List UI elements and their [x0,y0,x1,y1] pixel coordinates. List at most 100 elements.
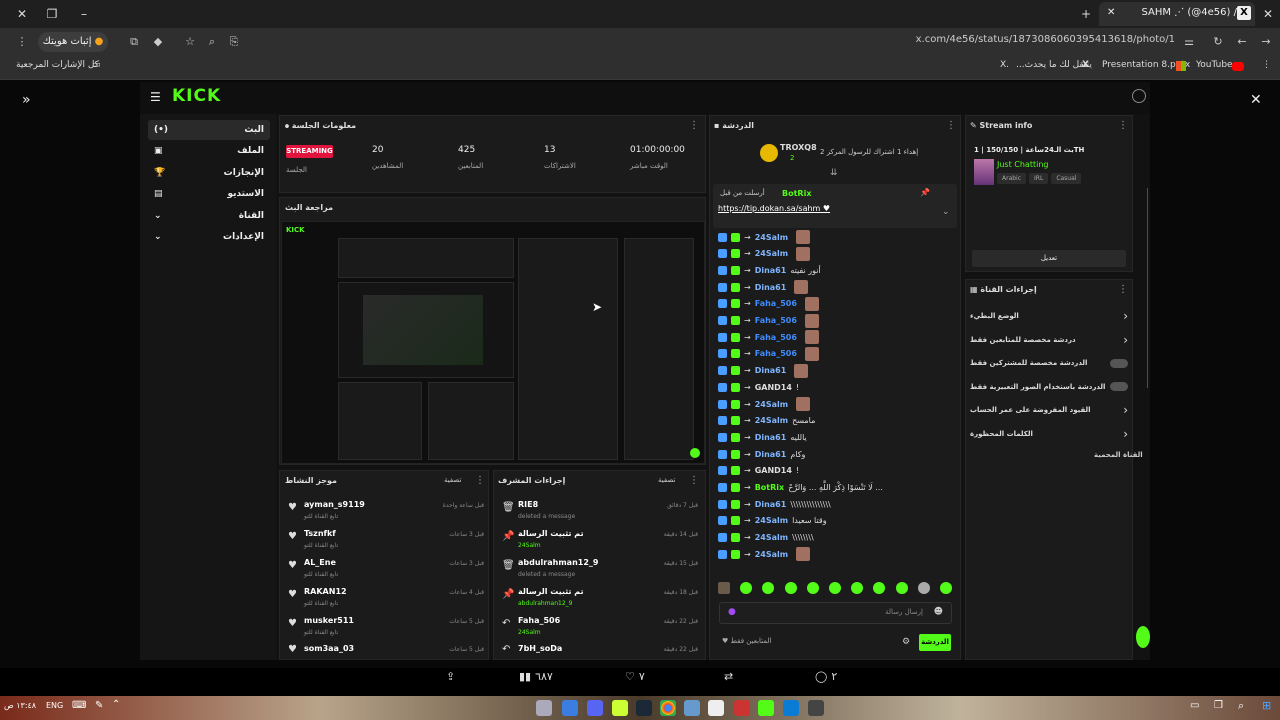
steam-icon[interactable] [636,700,652,716]
site-settings-icon[interactable]: ⚌ [1181,34,1197,50]
retweet-icon[interactable]: ⇄ [724,670,733,683]
top-count: 2 [790,154,795,162]
taskbar-app-icon[interactable] [562,700,578,716]
comment-icon: ◯ [815,670,828,683]
chat-text: ! [795,382,800,392]
emote-image [796,246,811,261]
chrome-icon[interactable] [660,700,676,716]
hamburger-icon: ☰ [150,90,161,104]
sub-badge-icon [731,366,740,376]
heart-icon: ♥ [288,589,297,600]
file-explorer-icon[interactable]: ▭ [1190,700,1199,711]
bookmark-item-youtube[interactable]: YouTube [1196,60,1233,74]
install-icon[interactable]: ⎘ [226,34,242,50]
share-icon[interactable]: ⇪ [446,670,455,683]
emote-image [796,547,811,562]
star-icon[interactable]: ☆ [182,34,198,50]
activity-time: قبل 4 ساعات [449,589,484,596]
emoji-icon: ☻ [933,607,943,617]
extensions-icon[interactable]: ⧉ [126,34,142,50]
trash-icon: 🗑 [502,502,515,513]
bookmark-item-x[interactable]: ...يتنقل لك ما يحدث [1016,60,1092,74]
user-name: AL_Ene [304,558,336,567]
chat-message: → Faha_506 [718,313,950,329]
taskbar-app-icon[interactable] [708,700,724,716]
bookmark-x[interactable]: X. [1000,60,1009,74]
pen-icon[interactable]: ✎ [95,700,103,711]
taskbar-app-icon[interactable] [684,700,700,716]
expand-icon[interactable]: » [22,92,31,108]
restore-window-icon[interactable]: ❐ [42,5,62,23]
top-text: إهداء 1 اشتراك للرسول المركز 2 [820,148,919,156]
windows-start-icon[interactable]: ⊞ [1262,699,1271,712]
all-bookmarks[interactable]: كل الإشارات المرجعية [16,60,99,74]
profile-button[interactable]: إثبات هويتك ● [38,32,108,52]
close-photo-icon[interactable]: ✕ [1250,92,1262,108]
mod-action-name: Faha_506 [518,616,561,625]
close-window-icon[interactable]: ✕ [12,5,32,23]
address-bar[interactable]: x.com/4e56/status/1873086060395413618/ph… [820,34,1175,50]
kick-app-icon[interactable] [758,700,774,716]
verified-badge-icon [718,332,727,342]
top-user: TROXQ8 [780,143,817,152]
protected-channel-label: القناة المحمية [1094,451,1143,459]
tab-menu-icon[interactable]: ✕ [1258,5,1278,23]
sub-badge-icon [731,282,740,292]
arrow-icon: → [744,366,751,376]
sub-badge-icon [731,432,740,442]
taskbar-app-icon[interactable] [734,700,750,716]
streaminfo-panel [965,115,1133,272]
activity-sub: تابع القناة للتو [304,513,339,520]
user-name: musker511 [304,616,354,625]
chat-message: → 24Salm مامسح [718,413,950,429]
edge-icon[interactable] [783,700,799,716]
reply-button[interactable]: ◯ ٢ [815,670,837,683]
minimize-window-icon[interactable]: – [74,5,94,23]
forward-icon[interactable]: → [1258,34,1274,50]
search-icon[interactable]: ⌕ [1238,699,1244,713]
back-icon[interactable]: ← [1234,34,1250,50]
arrow-icon: → [744,416,751,426]
stat-value: 425 [458,145,476,155]
chevron-down-icon: ⇊ [830,168,838,178]
taskbar-app-icon[interactable] [808,700,824,716]
discord-icon[interactable] [587,700,603,716]
chat-message: → 24Salm [718,546,950,562]
sidebar-item-studio: الاستديو ▤ [148,184,270,204]
channel-action-label: الوضع البطيء [970,312,1019,320]
arrow-icon: → [744,483,751,492]
chat-message: → Dina61 [718,363,950,379]
wallet-icon[interactable]: ◆ [150,34,166,50]
chevron-right-icon: › [1123,403,1128,417]
heart-icon: ♥ [288,618,297,629]
menu-kebab-icon[interactable]: ⋮ [14,34,30,50]
browser-tab[interactable]: ✕ SAHM ⋰ (@4e56) / X [1099,2,1255,26]
mod-action-name: تم تثبيت الرسالة [518,587,584,596]
stat-label: المشاهدين [372,162,404,170]
broadcast-icon: (•) [154,125,168,135]
activity-time: قبل 5 ساعات [449,618,484,625]
chevron-up-icon[interactable]: ⌃ [112,699,120,710]
task-view-icon[interactable]: ❒ [1214,700,1223,711]
zoom-icon[interactable]: ⌕ [204,34,220,50]
followers-only-label: ♥ المتابعين فقط [722,637,772,645]
tab-close-icon[interactable]: ✕ [1107,7,1115,21]
verified-badge-icon [718,466,727,476]
new-tab-icon[interactable]: + [1076,5,1096,23]
more-bookmarks-icon[interactable]: ⋮ [1262,60,1271,74]
kick-header [140,82,1150,114]
arrow-icon: → [744,316,751,325]
likes-count: ٧ [638,670,645,683]
taskbar-app-icon[interactable] [536,700,552,716]
views-button[interactable]: ▮▮ ٦٨٧ [519,670,553,683]
like-button[interactable]: ♡ ٧ [625,670,645,683]
keyboard-icon[interactable]: ⌨ [72,700,86,711]
taskbar-app-icon[interactable] [612,700,628,716]
trophy-icon: 🏆 [154,168,166,178]
folder-icon: ▭ [92,60,101,70]
reload-icon[interactable]: ↻ [1210,34,1226,50]
profile-avatar-icon [1132,89,1146,103]
verified-badge-icon [718,516,727,526]
verified-badge-icon [718,249,727,259]
pinned-by: أرسلت من قبل [720,189,765,197]
